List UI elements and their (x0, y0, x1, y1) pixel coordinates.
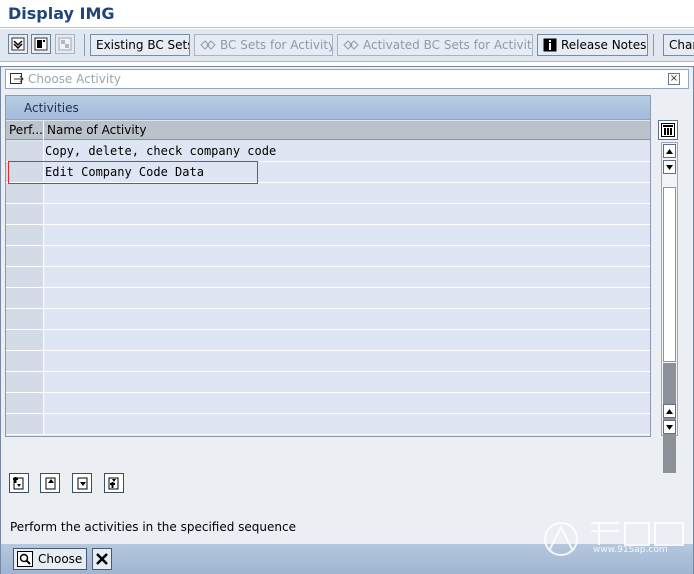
bc-set-icon (200, 38, 216, 52)
table-caption: Activities (6, 96, 650, 120)
table-row[interactable] (6, 309, 650, 330)
page-title: Display IMG (8, 4, 115, 23)
release-notes-label: Release Notes (561, 38, 647, 52)
release-notes-button[interactable]: Release Notes (537, 34, 648, 56)
activity-name-cell[interactable] (45, 414, 650, 434)
dialog-titlebar: Choose Activity × (5, 69, 689, 89)
bc-sets-for-activity-button[interactable]: BC Sets for Activity (194, 34, 333, 56)
activity-name-cell[interactable] (45, 309, 650, 329)
previous-page-icon[interactable] (40, 473, 60, 493)
perf-cell[interactable] (6, 225, 44, 245)
perf-cell[interactable] (6, 141, 44, 161)
activity-name-cell[interactable]: Copy, delete, check company code (45, 141, 650, 161)
table-body: Copy, delete, check company code Edit Com… (6, 141, 650, 435)
cancel-button[interactable] (92, 548, 112, 570)
change-button[interactable]: Char (663, 34, 694, 56)
bc-sets-for-activity-label: BC Sets for Activity (220, 38, 333, 52)
activity-name-cell[interactable] (45, 372, 650, 392)
hierarchy-icon[interactable] (55, 34, 75, 54)
activity-name-cell[interactable] (45, 204, 650, 224)
magnifier-icon (17, 551, 33, 567)
scroll-page-up-icon[interactable] (663, 404, 676, 418)
activity-name-cell[interactable] (45, 183, 650, 203)
activities-table: Activities Perf... Name of Activity Copy… (5, 95, 651, 437)
change-label: Char (669, 38, 694, 52)
perf-cell[interactable] (6, 288, 44, 308)
cancel-x-icon (96, 553, 108, 565)
table-row[interactable] (6, 330, 650, 351)
perf-cell[interactable] (6, 330, 44, 350)
activity-name-cell[interactable] (45, 351, 650, 371)
table-settings-icon[interactable] (658, 120, 678, 140)
title-bar: Display IMG (0, 0, 694, 28)
activity-name-cell[interactable] (45, 393, 650, 413)
choose-activity-dialog: Choose Activity × Activities Perf... Nam… (0, 66, 694, 574)
perf-cell[interactable] (6, 183, 44, 203)
toolbar-separator (84, 34, 85, 56)
existing-bc-sets-label: Existing BC Sets (96, 38, 190, 52)
perf-cell[interactable] (6, 204, 44, 224)
toolbar-separator (653, 34, 654, 56)
column-header-perf[interactable]: Perf... (6, 121, 44, 140)
table-row[interactable] (6, 351, 650, 372)
perf-cell[interactable] (6, 414, 44, 434)
choose-button[interactable]: Choose (13, 548, 87, 570)
table-header: Perf... Name of Activity (6, 121, 650, 140)
hint-text: Perform the activities in the specified … (10, 520, 296, 534)
title-divider (0, 27, 694, 28)
activity-name-cell[interactable] (45, 246, 650, 266)
expand-all-icon[interactable] (8, 34, 28, 54)
scroll-track[interactable] (663, 363, 676, 473)
activity-name-cell[interactable] (45, 267, 650, 287)
perf-cell[interactable] (6, 372, 44, 392)
perf-cell[interactable] (6, 351, 44, 371)
table-row[interactable] (6, 267, 650, 288)
table-row[interactable] (6, 414, 650, 435)
table-row[interactable] (6, 204, 650, 225)
table-row[interactable] (6, 225, 650, 246)
activity-name-cell[interactable] (45, 330, 650, 350)
application-toolbar: Existing BC Sets BC Sets for Activity Ac… (0, 29, 694, 62)
table-row[interactable] (6, 183, 650, 204)
bc-set-icon (343, 38, 359, 52)
highlight-box (8, 161, 258, 184)
perf-cell[interactable] (6, 393, 44, 413)
dialog-title: Choose Activity (28, 72, 121, 86)
activated-bc-sets-label: Activated BC Sets for Activity (363, 38, 533, 52)
first-page-icon[interactable] (9, 473, 29, 493)
column-header-name[interactable]: Name of Activity (44, 121, 650, 140)
perf-cell[interactable] (6, 309, 44, 329)
watermark-url: www.91Sap.com (593, 545, 668, 555)
watermark-logo: www.91Sap.com (539, 515, 689, 565)
perf-cell[interactable] (6, 267, 44, 287)
scroll-up-icon[interactable] (663, 144, 676, 158)
table-row[interactable] (6, 393, 650, 414)
table-row[interactable] (6, 288, 650, 309)
table-caption-text: Activities (24, 101, 79, 115)
scroll-down-icon[interactable] (663, 160, 676, 174)
info-icon (543, 38, 557, 52)
activity-name-cell[interactable] (45, 288, 650, 308)
next-page-icon[interactable] (72, 473, 92, 493)
last-page-icon[interactable] (104, 473, 124, 493)
activity-name-cell[interactable] (45, 225, 650, 245)
vertical-scrollbar[interactable] (661, 142, 678, 473)
where-used-icon[interactable] (31, 34, 51, 54)
close-icon[interactable]: × (668, 73, 680, 85)
table-row[interactable] (6, 372, 650, 393)
choose-button-label: Choose (38, 552, 83, 566)
scroll-page-down-icon[interactable] (663, 420, 676, 434)
existing-bc-sets-button[interactable]: Existing BC Sets (90, 34, 190, 56)
table-row[interactable]: Copy, delete, check company code (6, 141, 650, 162)
perf-cell[interactable] (6, 246, 44, 266)
dialog-icon (10, 73, 24, 85)
table-row[interactable] (6, 246, 650, 267)
activated-bc-sets-button[interactable]: Activated BC Sets for Activity (337, 34, 533, 56)
scroll-thumb[interactable] (663, 187, 676, 362)
